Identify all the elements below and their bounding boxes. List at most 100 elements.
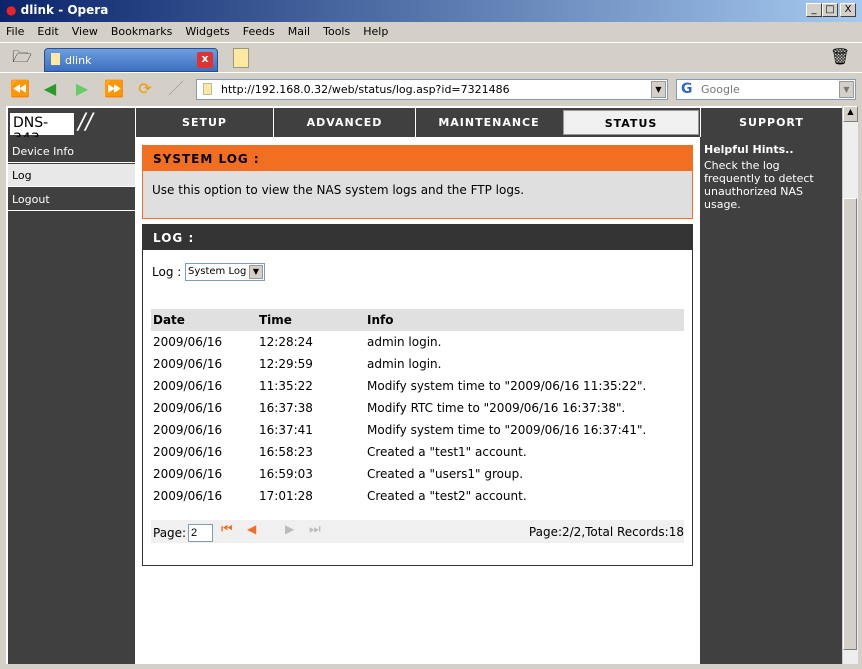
- reload-icon[interactable]: ⟳: [135, 79, 155, 99]
- page-icon: [203, 83, 212, 95]
- system-log-description: Use this option to view the NAS system l…: [152, 183, 525, 197]
- pager: Page: ⏮ ◀ ▶ ⏭ Page:2/2,Total Records:18: [151, 520, 684, 543]
- tab-dlink[interactable]: dlink x: [44, 48, 218, 72]
- select-dropdown-icon[interactable]: ▼: [249, 265, 263, 279]
- page-input[interactable]: [188, 524, 213, 542]
- date-cell: 2009/06/16: [153, 335, 223, 349]
- nav-setup[interactable]: SETUP: [135, 108, 273, 137]
- last-page-icon[interactable]: ⏭: [309, 522, 321, 537]
- time-cell: 17:01:28: [259, 489, 313, 503]
- menu-file[interactable]: File: [6, 25, 24, 39]
- fast-forward-icon[interactable]: ⏩: [104, 79, 124, 99]
- menu-tools[interactable]: Tools: [323, 25, 350, 39]
- system-log-title: SYSTEM LOG :: [143, 146, 692, 171]
- table-row: 2009/06/16 16:37:41 Modify system time to …: [151, 419, 684, 441]
- dlink-logo: DNS-343//: [8, 108, 135, 147]
- nav-status[interactable]: STATUS: [563, 110, 699, 135]
- back-icon[interactable]: ◀: [40, 79, 60, 99]
- table-row: 2009/06/16 11:35:22 Modify system time to …: [151, 375, 684, 397]
- system-log-panel: SYSTEM LOG : Use this option to view the…: [142, 145, 693, 219]
- time-cell: 16:58:23: [259, 445, 313, 459]
- date-cell: 2009/06/16: [153, 445, 223, 459]
- maximize-button[interactable]: □: [822, 3, 838, 17]
- close-tab-icon[interactable]: x: [197, 52, 213, 68]
- first-page-icon[interactable]: ⏮: [221, 522, 233, 537]
- edit-icon[interactable]: ／: [166, 79, 186, 99]
- hints-title: Helpful Hints..: [704, 143, 794, 156]
- scrollbar-thumb[interactable]: [843, 198, 857, 650]
- time-cell: 11:35:22: [259, 379, 313, 393]
- address-dropdown-icon[interactable]: ▼: [651, 81, 666, 98]
- table-row: 2009/06/16 12:29:59 admin login.: [151, 353, 684, 375]
- sidebar-item-device-info[interactable]: Device Info: [8, 140, 135, 163]
- time-cell: 16:59:03: [259, 467, 313, 481]
- date-cell: 2009/06/16: [153, 401, 223, 415]
- log-title: LOG :: [143, 225, 692, 250]
- tab-label: dlink: [65, 54, 92, 67]
- nav-support[interactable]: SUPPORT: [700, 108, 842, 137]
- close-window-button[interactable]: X: [840, 3, 856, 17]
- web-page: DNS-343// SETUP ADVANCED MAINTENANCE STA…: [6, 106, 858, 664]
- sidebar-item-logout[interactable]: Logout: [8, 188, 135, 211]
- date-cell: 2009/06/16: [153, 489, 223, 503]
- hints-text: Check the log frequently to detect unaut…: [704, 159, 814, 211]
- sidebar-item-log[interactable]: Log: [8, 164, 135, 187]
- log-table: Date Time Info 2009/06/16 12:28:24 admin log…: [151, 309, 684, 507]
- rewind-icon[interactable]: ⏪: [10, 79, 30, 99]
- table-row: 2009/06/16 17:01:28 Created a "test2" acco…: [151, 485, 684, 507]
- google-icon: G: [681, 81, 693, 97]
- nav-maintenance[interactable]: MAINTENANCE: [415, 108, 562, 137]
- table-row: 2009/06/16 16:37:38 Modify RTC time to "20…: [151, 397, 684, 419]
- menu-bookmarks[interactable]: Bookmarks: [111, 25, 172, 39]
- tab-bar: 🗁 dlink x 🗑: [0, 42, 862, 72]
- date-cell: 2009/06/16: [153, 379, 223, 393]
- date-cell: 2009/06/16: [153, 423, 223, 437]
- menu-help[interactable]: Help: [363, 25, 388, 39]
- prev-page-icon[interactable]: ◀: [247, 522, 256, 536]
- info-cell: Created a "users1" group.: [367, 467, 524, 481]
- info-cell: admin login.: [367, 335, 442, 349]
- time-cell: 16:37:38: [259, 401, 313, 415]
- next-page-icon[interactable]: ▶: [285, 522, 294, 536]
- new-tab-icon[interactable]: [233, 48, 249, 68]
- window-title: dlink - Opera: [20, 3, 109, 17]
- time-cell: 12:28:24: [259, 335, 313, 349]
- nav-advanced[interactable]: ADVANCED: [273, 108, 415, 137]
- sidebar: Device Info Log Logout: [8, 137, 135, 664]
- trash-icon[interactable]: 🗑: [830, 47, 850, 67]
- page-label: Page:: [153, 526, 187, 540]
- menu-mail[interactable]: Mail: [288, 25, 310, 39]
- info-cell: Created a "test1" account.: [367, 445, 527, 459]
- scroll-up-icon[interactable]: ▲: [843, 106, 858, 122]
- menu-bar: File Edit View Bookmarks Widgets Feeds Mail Too…: [0, 22, 862, 42]
- log-type-select[interactable]: System Log ▼: [185, 263, 265, 281]
- log-panel: LOG : Log : System Log ▼ Date Time Info 200…: [142, 224, 693, 566]
- info-cell: admin login.: [367, 357, 442, 371]
- window-title-bar: ● dlink - Opera: [0, 0, 862, 22]
- info-cell: Modify RTC time to "2009/06/16 16:37:38"…: [367, 401, 626, 415]
- menu-feeds[interactable]: Feeds: [243, 25, 275, 39]
- panels-icon[interactable]: 🗁: [12, 47, 32, 67]
- date-cell: 2009/06/16: [153, 357, 223, 371]
- search-input[interactable]: G Google ▼: [676, 79, 856, 100]
- search-placeholder: Google: [701, 83, 740, 96]
- table-row: 2009/06/16 16:59:03 Created a "users1" gro…: [151, 463, 684, 485]
- menu-edit[interactable]: Edit: [37, 25, 58, 39]
- page-icon: [51, 53, 60, 65]
- forward-icon[interactable]: ▶: [72, 79, 92, 99]
- address-input[interactable]: http://192.168.0.32/web/status/log.asp?i…: [196, 79, 668, 100]
- address-toolbar: ⏪ ◀ ▶ ⏩ ⟳ ／ http://192.168.0.32/web/stat…: [0, 72, 862, 104]
- time-cell: 12:29:59: [259, 357, 313, 371]
- menu-widgets[interactable]: Widgets: [185, 25, 229, 39]
- search-dropdown-icon[interactable]: ▼: [839, 81, 854, 98]
- date-cell: 2009/06/16: [153, 467, 223, 481]
- opera-logo-icon: ●: [6, 3, 17, 17]
- info-cell: Created a "test2" account.: [367, 489, 527, 503]
- menu-view[interactable]: View: [72, 25, 98, 39]
- table-header: Date Time Info: [151, 309, 684, 331]
- table-row: 2009/06/16 12:28:24 admin login.: [151, 331, 684, 353]
- info-cell: Modify system time to "2009/06/16 11:35:…: [367, 379, 647, 393]
- minimize-button[interactable]: _: [806, 3, 822, 17]
- log-select-label: Log :: [152, 265, 182, 279]
- page-summary: Page:2/2,Total Records:18: [528, 525, 684, 539]
